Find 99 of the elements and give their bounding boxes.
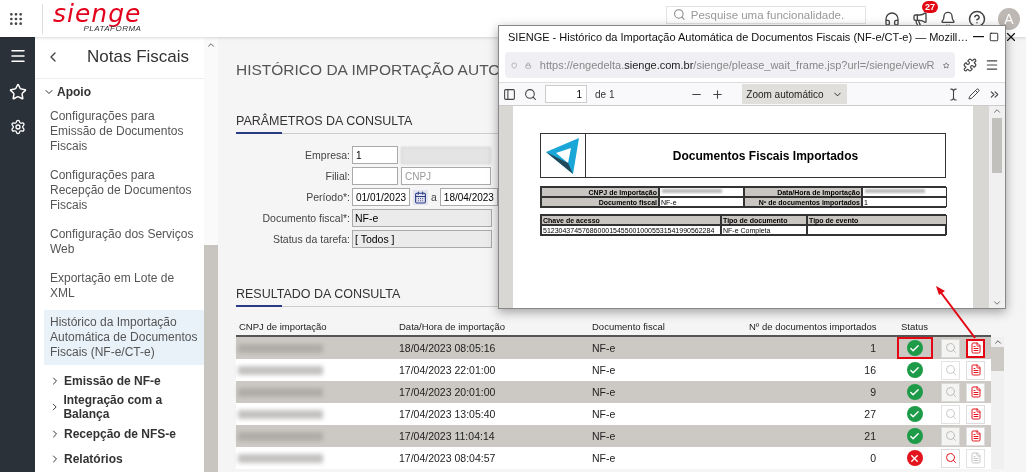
column-header: Data/Hora de importação [398, 320, 507, 332]
column-header: Documento fiscal [591, 320, 666, 332]
field-label: Empresa: [304, 149, 350, 161]
sidebar-item[interactable]: Configurações para Recepção de Documentos Fiscais [44, 162, 204, 218]
cnpj-field[interactable]: CNPJ [401, 167, 491, 185]
document-icon [969, 430, 982, 442]
field-label: Documento fiscal*: [261, 212, 350, 224]
star-icon[interactable] [8, 83, 27, 101]
sidebar-item[interactable]: Configuração dos Serviços Web [44, 221, 204, 262]
pdf-button[interactable] [966, 338, 985, 358]
headset-icon[interactable] [884, 10, 900, 27]
megaphone-icon[interactable] [912, 10, 928, 27]
sidebar-group[interactable]: Integração com a Balança [35, 394, 204, 421]
scroll-up-icon[interactable] [206, 40, 216, 50]
sidebar-group[interactable]: Emissão de NF-e [35, 368, 204, 394]
table-cell-text: NF-e [591, 452, 617, 464]
menu-icon[interactable] [8, 47, 27, 65]
scroll-up-icon[interactable] [992, 337, 1003, 347]
document-title: Documentos Fiscais Importados [671, 148, 860, 163]
table-cell-text: 17/04/2023 08:04:57 [398, 452, 497, 464]
field-label: Status da tarefa: [271, 233, 350, 245]
search-icon [944, 386, 957, 398]
search-field[interactable]: Pesquise uma funcionalidade. [666, 5, 866, 24]
table-cell-text: 17/04/2023 11:04:14 [398, 430, 496, 442]
page-title: HISTÓRICO DA IMPORTAÇÃO AUTO [236, 60, 501, 80]
calendar-icon[interactable] [413, 189, 428, 205]
end-date-field[interactable]: 18/04/2023 [439, 188, 498, 206]
sidebar-group[interactable]: Recepção de NFS-e [35, 421, 204, 447]
search-icon [673, 8, 686, 21]
table-cell-text: NF-e [591, 430, 617, 442]
sidebar-item[interactable]: Exportação em Lote de XML [44, 265, 204, 306]
url-text: https://engedelta.sienge.com.br/sienge/please_wait_frame.jsp?url=/sienge/viewR [539, 59, 935, 71]
document-icon [969, 386, 982, 398]
table-cell-text: 17/04/2023 22:01:00 [398, 364, 497, 376]
table-cell-text: 21 [863, 430, 877, 442]
search-icon [944, 364, 957, 376]
branch-code-field[interactable] [352, 167, 398, 185]
table-cell-text: 1 [869, 342, 877, 354]
table-cell-text: 9 [869, 386, 877, 398]
zoom-select[interactable]: Zoom automático [742, 84, 848, 104]
notification-badge: 27 [922, 0, 938, 13]
pencil-icon[interactable] [968, 88, 980, 100]
sidebar-item[interactable]: Histórico da Importação Automática de Documentos Fiscais (NF-e/CT-e) [44, 309, 204, 365]
search-icon [944, 342, 957, 354]
extensions-icon[interactable] [963, 58, 977, 72]
sidebar-title: Notas Fiscais [87, 47, 190, 68]
minimize-icon [973, 36, 985, 38]
search-icon[interactable] [524, 87, 537, 101]
period-separator: a [431, 191, 437, 203]
select-field[interactable]: [ Todos ] [352, 230, 492, 248]
annotation-arrow [933, 284, 979, 340]
page-count: de 1 [595, 88, 615, 100]
bell-icon[interactable] [940, 10, 956, 27]
start-date-field[interactable]: 01/01/2023 [352, 188, 410, 206]
scroll-down-icon[interactable] [992, 298, 1002, 308]
sidebar-item[interactable]: Configurações para Emissão de Documentos Fiscais [44, 103, 204, 159]
table-cell-text: 17/04/2023 13:05:40 [398, 408, 497, 420]
page-number-field[interactable]: 1 [545, 85, 587, 103]
search-icon [944, 452, 957, 464]
field-label: Filial: [324, 170, 350, 182]
table-cell-text: NF-e [591, 364, 617, 376]
section-heading: PARÂMETROS DA CONSULTA [236, 114, 413, 128]
help-icon[interactable] [968, 9, 986, 28]
table-cell-text: 0 [869, 452, 877, 464]
sidebar-group[interactable]: Relatórios [35, 446, 204, 472]
scroll-up-icon[interactable] [992, 106, 1002, 116]
text-cursor-icon[interactable] [947, 87, 960, 101]
view-button[interactable] [941, 448, 960, 468]
document-icon [969, 364, 982, 376]
section-toggle[interactable]: Apoio [35, 78, 204, 100]
search-icon [944, 408, 957, 420]
field-label: Período*: [305, 191, 350, 203]
select-field[interactable]: NF-e [352, 209, 492, 227]
document-icon [969, 408, 982, 420]
column-header: Status [900, 320, 929, 332]
company-code-field[interactable]: 1 [352, 146, 398, 164]
scrollbar-thumb[interactable] [992, 118, 1002, 173]
apps-grid-icon[interactable] [8, 10, 24, 27]
document-icon [969, 452, 982, 464]
sidebar-toggle-icon[interactable] [503, 87, 516, 101]
settings-icon[interactable] [9, 119, 26, 135]
table-cell-text: 17/04/2023 20:01:00 [398, 386, 497, 398]
maximize-icon [989, 32, 1000, 42]
window-title: SIENGE - Histórico da Importação Automática de Documentos Fiscais (NF-e/CT-e) — Mozill… [508, 31, 969, 43]
column-header: Nº de documentos importados [748, 320, 878, 332]
zoom-in-icon[interactable] [711, 87, 725, 101]
address-bar[interactable]: https://engedelta.sienge.com.br/sienge/please_wait_frame.jsp?url=/sienge/viewR [505, 52, 955, 78]
search-icon [944, 430, 957, 442]
scrollbar-thumb[interactable] [204, 245, 218, 472]
section-heading: RESULTADO DA CONSULTA [236, 287, 401, 301]
table-cell-text: NF-e [591, 408, 617, 420]
column-header: CNPJ de importação [238, 320, 328, 332]
table-cell-text: NF-e [591, 386, 617, 398]
table-cell-text: 27 [863, 408, 877, 420]
table-cell-text: NF-e [591, 342, 617, 354]
table-cell-text: 18/04/2023 08:05:16 [398, 342, 497, 354]
table-cell-text: 16 [863, 364, 877, 376]
scrollbar-thumb[interactable] [991, 347, 1004, 371]
document-icon [969, 342, 982, 354]
